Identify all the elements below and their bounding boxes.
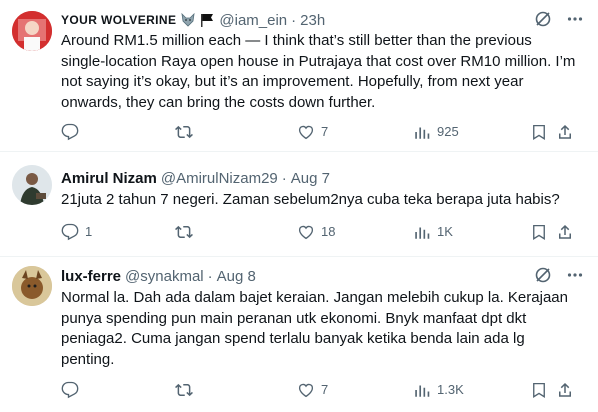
reply-icon [61,123,79,141]
tweet-text: 21juta 2 tahun 7 negeri. Zaman sebelum2n… [61,191,560,208]
reply-button[interactable] [61,381,85,399]
tweet-top-actions [534,266,584,284]
grok-icon[interactable] [534,10,552,28]
handle[interactable]: @iam_ein [219,12,287,29]
reply-button[interactable]: 1 [61,223,92,241]
timestamp[interactable]: Aug 8 [217,268,256,285]
handle[interactable]: @synakmal [125,268,204,285]
reply-icon [61,223,79,241]
black-flag-icon [201,14,214,27]
view-count: 1.3K [437,382,464,397]
tweet-actions: 7 925 [61,123,591,143]
tweet-top-actions [534,10,584,28]
tweet-3[interactable]: lux-ferre @synakmal · Aug 8 Normal la. D… [0,257,598,412]
tweet-2[interactable]: Amirul Nizam @AmirulNizam29 · Aug 7 21ju… [0,152,598,257]
repost-icon [175,225,193,239]
repost-icon [175,383,193,397]
like-count: 18 [321,224,336,239]
display-name[interactable]: YOUR WOLVERINE [61,13,176,27]
display-name[interactable]: lux-ferre [61,268,121,285]
display-name[interactable]: Amirul Nizam [61,170,157,187]
separator: · [281,169,287,187]
like-button[interactable]: 7 [297,123,328,141]
views-button[interactable]: 1.3K [413,381,464,399]
separator: · [207,267,213,285]
like-button[interactable]: 18 [297,223,335,241]
tweet-text: Normal la. Dah ada dalam bajet keraian. … [61,289,568,368]
reply-icon [61,381,79,399]
share-icon [559,124,571,139]
share-button[interactable] [556,123,574,141]
views-icon [415,227,430,239]
repost-button[interactable] [175,381,199,399]
tweet-actions: 7 1.3K [61,381,591,401]
avatar[interactable] [12,266,52,306]
share-icon [559,382,571,397]
views-button[interactable]: 925 [413,123,459,141]
more-icon[interactable] [566,10,584,28]
like-count: 7 [321,382,329,397]
timestamp[interactable]: Aug 7 [291,170,330,187]
share-button[interactable] [556,223,574,241]
reply-count: 1 [85,224,93,239]
reply-button[interactable] [61,123,85,141]
bookmark-button[interactable] [530,123,548,141]
tweet-header: lux-ferre @synakmal · Aug 8 [61,266,256,286]
views-icon [415,385,430,397]
tweet-header: Amirul Nizam @AmirulNizam29 · Aug 7 [61,168,330,188]
more-icon[interactable] [566,266,584,284]
tweet-actions: 1 18 1K [61,223,591,243]
avatar[interactable] [12,11,52,51]
bookmark-icon [533,224,545,240]
tweet-text: Around RM1.5 million each — I think that… [61,32,576,111]
heart-icon [298,225,314,240]
repost-button[interactable] [175,223,199,241]
handle[interactable]: @AmirulNizam29 [161,170,278,187]
like-count: 7 [321,124,329,139]
tweet-1[interactable]: YOUR WOLVERINE @iam_ein · 23h Around RM1… [0,0,598,152]
views-icon [415,127,430,139]
avatar[interactable] [12,165,52,205]
emoji-group [180,12,215,28]
bookmark-icon [533,124,545,140]
view-count: 1K [437,224,453,239]
separator: · [291,11,297,29]
repost-button[interactable] [175,123,199,141]
repost-icon [175,125,193,139]
views-button[interactable]: 1K [413,223,453,241]
like-button[interactable]: 7 [297,381,328,399]
view-count: 925 [437,124,459,139]
grok-icon[interactable] [534,266,552,284]
heart-icon [298,125,314,140]
share-icon [559,224,571,239]
bookmark-icon [533,382,545,398]
timestamp[interactable]: 23h [300,12,325,29]
bookmark-button[interactable] [530,381,548,399]
share-button[interactable] [556,381,574,399]
tweet-header: YOUR WOLVERINE @iam_ein · 23h [61,10,325,30]
wolf-emoji-icon [181,12,195,27]
heart-icon [298,383,314,398]
bookmark-button[interactable] [530,223,548,241]
